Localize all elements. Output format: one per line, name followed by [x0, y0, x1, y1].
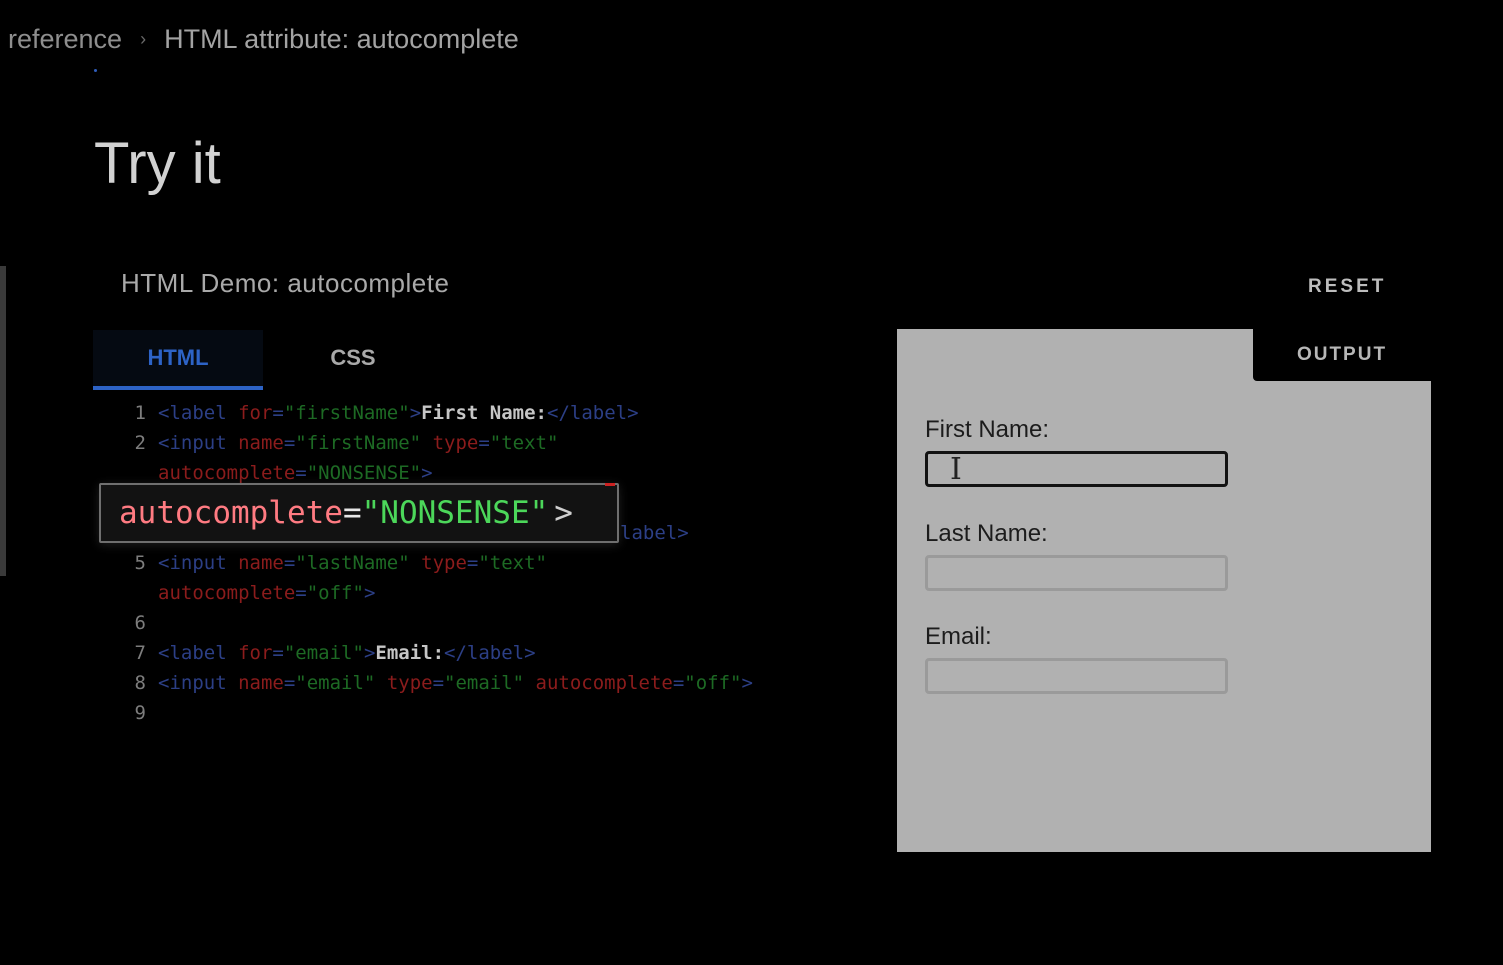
breadcrumb: reference › HTML attribute: autocomplete: [8, 24, 519, 55]
breadcrumb-link-reference[interactable]: reference: [8, 24, 122, 55]
section-rule: [0, 266, 6, 576]
breadcrumb-current: HTML attribute: autocomplete: [164, 24, 519, 54]
tab-css[interactable]: CSS: [263, 330, 443, 386]
code-zoom-callout: autocomplete = "NONSENSE" >: [99, 483, 619, 543]
code-line-8: 8 <input name = "email" type = "email" autoco…: [134, 672, 753, 694]
page-title: Try it: [94, 131, 221, 196]
tab-output[interactable]: OUTPUT: [1253, 329, 1431, 381]
email-input[interactable]: [925, 658, 1228, 694]
code-editor[interactable]: 1 <label for = "firstName" > First Name: </lab…: [110, 398, 880, 728]
demo-title: HTML Demo: autocomplete: [121, 268, 450, 298]
last-name-label: Last Name:: [925, 520, 1048, 547]
code-line-2: 2 <input name = "firstName" type = "text": [134, 432, 559, 454]
code-line-5: 5 <input name = "lastName" type = "text": [134, 552, 547, 574]
text-cursor-icon: I: [950, 452, 962, 487]
zoom-equals: =: [342, 495, 362, 531]
code-line-6: 6: [134, 612, 146, 634]
reset-button[interactable]: RESET: [1300, 272, 1394, 302]
editor-tabs: HTML CSS: [93, 330, 443, 390]
code-line-9: 9: [134, 702, 146, 724]
email-label: Email:: [925, 623, 992, 650]
first-name-input[interactable]: [925, 451, 1228, 487]
last-name-input[interactable]: [925, 555, 1228, 591]
scroll-indicator-dot: [94, 69, 97, 72]
first-name-label: First Name:: [925, 416, 1050, 443]
zoom-attr-value: "NONSENSE": [361, 495, 549, 531]
zoom-attr-name: autocomplete: [119, 495, 343, 531]
zoom-tag-close: >: [554, 495, 573, 531]
zoom-highlight-mark: [605, 483, 615, 486]
code-line-1: 1 <label for = "firstName" > First Name: </lab…: [134, 402, 639, 424]
tab-html[interactable]: HTML: [93, 330, 263, 390]
breadcrumb-separator: ›: [140, 29, 147, 49]
code-line-5-wrap: autocomplete = "off" >: [158, 582, 376, 604]
code-line-7: 7 <label for = "email" > Email: </label>: [134, 642, 536, 664]
